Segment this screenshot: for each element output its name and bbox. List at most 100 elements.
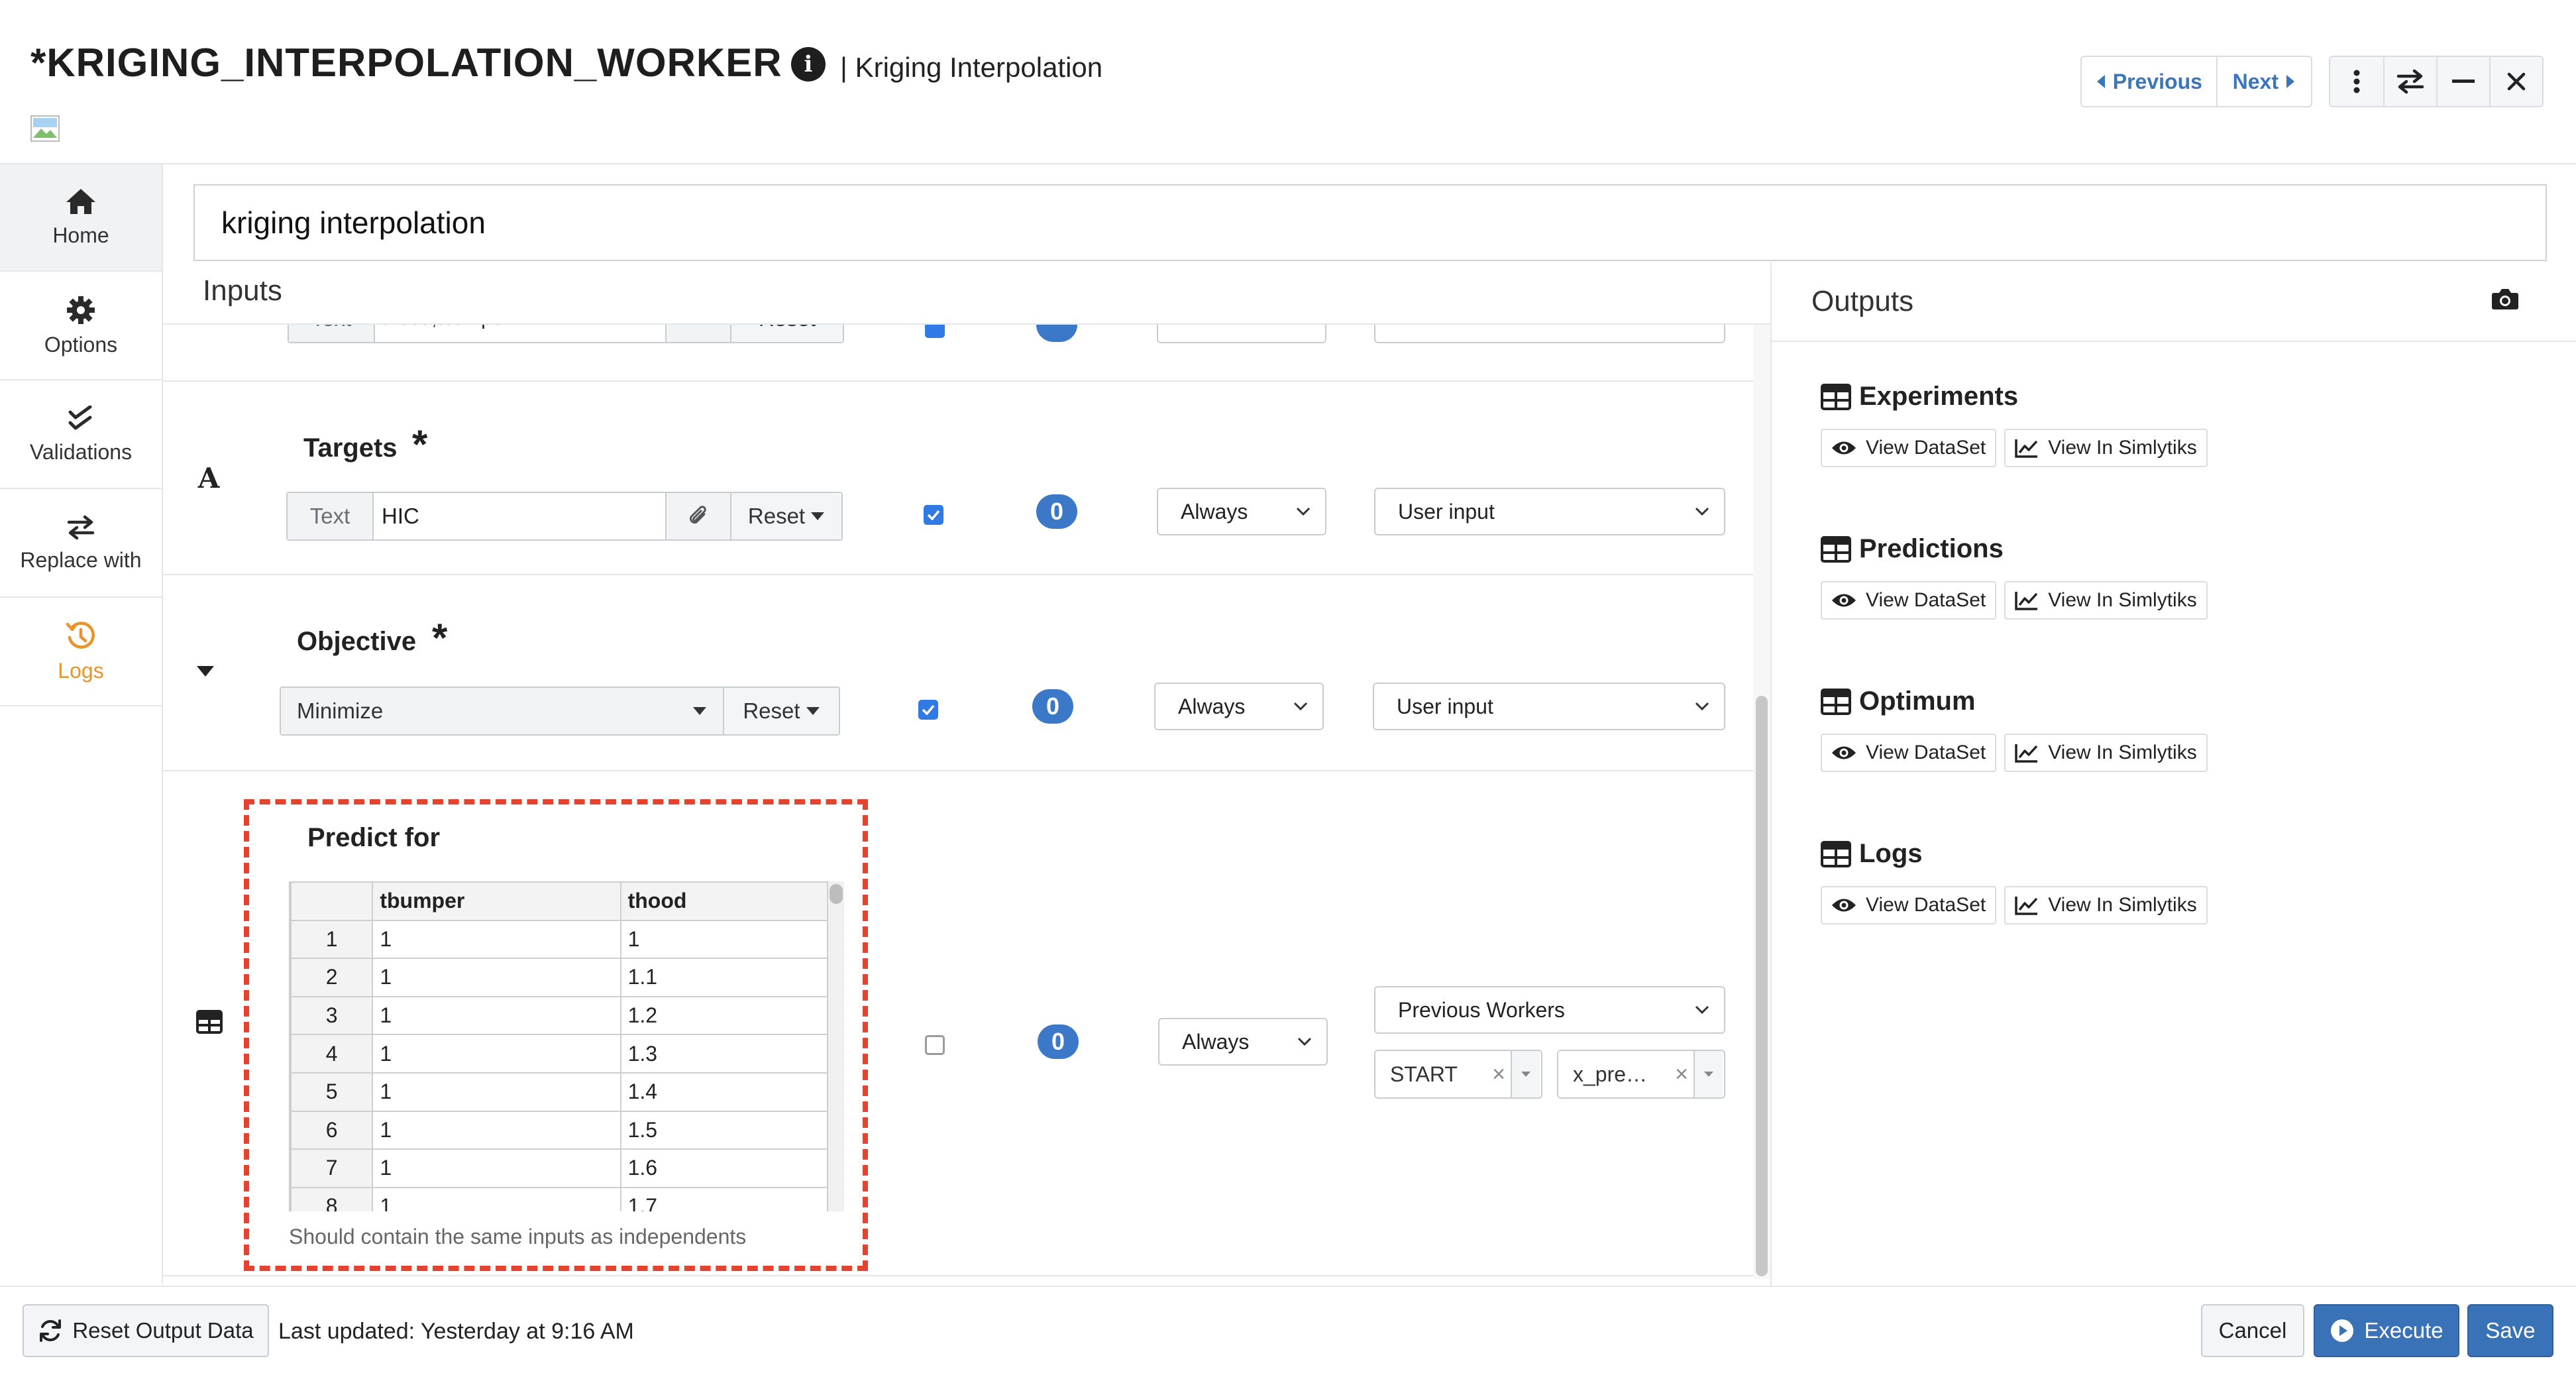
tag-dropdown-button[interactable] <box>1511 1051 1540 1097</box>
view-dataset-button[interactable]: View DataSet <box>1821 581 1997 620</box>
targets-value-input[interactable]: HIC <box>372 493 665 539</box>
partial-source-select[interactable] <box>1374 325 1725 343</box>
table-cell[interactable]: 1.3 <box>619 1034 828 1074</box>
history-icon <box>66 621 95 649</box>
select-value: User input <box>1397 694 1493 718</box>
objective-frequency-select[interactable]: Always <box>1154 683 1324 730</box>
caret-down-icon <box>692 707 706 715</box>
targets-frequency-select[interactable]: Always <box>1157 488 1326 535</box>
line-chart-icon <box>2015 744 2038 763</box>
table-cell[interactable]: 1 <box>372 1034 621 1074</box>
outputs-title: Outputs <box>1811 285 1914 317</box>
close-button[interactable] <box>2489 57 2542 106</box>
sidebar-item-options[interactable]: Options <box>0 273 162 380</box>
predict-for-frequency-select[interactable]: Always <box>1158 1018 1328 1066</box>
view-in-simlytiks-button[interactable]: View In Simlytiks <box>2004 886 2208 924</box>
reset-button[interactable]: Reset <box>730 325 843 342</box>
table-icon <box>1821 688 1851 715</box>
view-in-simlytiks-button[interactable]: View In Simlytiks <box>2004 734 2208 772</box>
view-dataset-button[interactable]: View DataSet <box>1821 886 1997 924</box>
table-cell[interactable]: 1.6 <box>619 1148 828 1188</box>
minimize-button[interactable] <box>2436 57 2489 106</box>
row-index: 4 <box>290 1034 374 1074</box>
table-cell[interactable]: 1 <box>372 1072 621 1112</box>
sidebar-item-logs[interactable]: Logs <box>0 599 162 706</box>
view-in-simlytiks-button[interactable]: View In Simlytiks <box>2004 581 2208 620</box>
partial-checkbox[interactable] <box>925 325 945 338</box>
more-menu-button[interactable] <box>2330 57 2383 106</box>
sidebar: Home Options Validations Replace with Lo… <box>0 164 163 1284</box>
objective-checkbox[interactable] <box>918 700 938 720</box>
reset-button[interactable]: Reset <box>722 688 839 734</box>
tag-remove-icon[interactable]: × <box>1487 1062 1511 1087</box>
tag-label: x_pre… <box>1573 1062 1648 1086</box>
reset-output-label: Reset Output Data <box>72 1318 254 1343</box>
column-header[interactable]: tbumper <box>372 881 621 921</box>
tag-remove-icon[interactable]: × <box>1670 1062 1693 1087</box>
next-button[interactable]: Next <box>2216 57 2311 106</box>
search-input[interactable]: kriging interpolation <box>193 184 2547 261</box>
reset-button[interactable]: Reset <box>730 493 841 539</box>
reset-output-data-button[interactable]: Reset Output Data <box>23 1304 269 1357</box>
partial-text-field[interactable]: Text thood,tbumper Reset <box>288 325 844 343</box>
table-cell[interactable]: 1.2 <box>619 995 828 1036</box>
camera-icon[interactable] <box>2491 288 2519 310</box>
sidebar-item-label: Validations <box>29 439 133 464</box>
view-dataset-button[interactable]: View DataSet <box>1821 429 1997 467</box>
view-dataset-button[interactable]: View DataSet <box>1821 734 1997 772</box>
view-in-simlytiks-label: View In Simlytiks <box>2048 437 2197 459</box>
info-icon[interactable]: i <box>791 47 826 82</box>
column-header[interactable]: thood <box>619 881 828 921</box>
inputs-scroll-thumb[interactable] <box>1756 696 1768 1276</box>
cancel-button[interactable]: Cancel <box>2201 1304 2304 1357</box>
row-index: 2 <box>290 958 374 997</box>
objective-select[interactable]: Minimize <box>281 688 723 734</box>
table-cell[interactable]: 1.4 <box>619 1072 828 1112</box>
targets-source-select[interactable]: User input <box>1374 488 1725 535</box>
table-cell[interactable]: 1 <box>372 1186 621 1211</box>
caret-left-icon <box>2096 75 2105 88</box>
swap-button[interactable] <box>2383 57 2436 106</box>
table-cell[interactable]: 1.5 <box>619 1110 828 1150</box>
reset-label: Reset <box>743 698 800 723</box>
table-cell[interactable]: 1 <box>619 919 828 960</box>
table-cell[interactable]: 1 <box>372 958 621 997</box>
output-title-text: Predictions <box>1859 534 2004 563</box>
partial-frequency-select[interactable] <box>1157 325 1326 343</box>
table-scrollbar[interactable] <box>828 881 844 1211</box>
worker-tag-x-pre[interactable]: x_pre… × <box>1557 1050 1725 1099</box>
sidebar-item-home[interactable]: Home <box>0 164 162 272</box>
check-icon <box>922 704 935 715</box>
eye-icon <box>1832 899 1856 912</box>
save-button[interactable]: Save <box>2467 1304 2553 1357</box>
tag-dropdown-button[interactable] <box>1693 1051 1723 1097</box>
row-index: 7 <box>290 1148 374 1188</box>
table-cell[interactable]: 1 <box>372 1110 621 1150</box>
previous-button[interactable]: Previous <box>2082 57 2216 106</box>
targets-checkbox[interactable] <box>924 505 943 525</box>
predict-for-label: Predict for <box>307 823 441 852</box>
execute-button[interactable]: Execute <box>2314 1304 2459 1357</box>
objective-source-select[interactable]: User input <box>1373 683 1725 730</box>
gear-icon <box>67 296 95 324</box>
table-cell[interactable]: 1.7 <box>619 1186 828 1211</box>
attach-button[interactable] <box>665 325 730 342</box>
reset-label: Reset <box>747 504 806 528</box>
worker-tag-start[interactable]: START × <box>1374 1050 1542 1099</box>
sidebar-item-replace-with[interactable]: Replace with <box>0 490 162 598</box>
row-index: 3 <box>290 995 374 1036</box>
predict-for-checkbox[interactable] <box>925 1035 945 1055</box>
table-scroll-thumb[interactable] <box>830 884 843 904</box>
table-type-icon <box>196 1010 223 1034</box>
predict-for-table[interactable]: tbumper thood 111 2 1 1.1 3 1 1.2 4 1 1.3 5 1 1.… <box>289 881 828 1211</box>
table-cell[interactable]: 1 <box>372 919 621 960</box>
table-cell[interactable]: 1 <box>372 1148 621 1188</box>
sidebar-item-validations[interactable]: Validations <box>0 382 162 489</box>
targets-label: Targets <box>303 433 398 463</box>
table-cell[interactable]: 1 <box>372 995 621 1036</box>
outputs-header-divider <box>1772 341 2576 342</box>
attach-button[interactable] <box>665 493 730 539</box>
view-in-simlytiks-button[interactable]: View In Simlytiks <box>2004 429 2208 467</box>
table-cell[interactable]: 1.1 <box>619 958 828 997</box>
predict-for-source-select[interactable]: Previous Workers <box>1374 986 1725 1034</box>
